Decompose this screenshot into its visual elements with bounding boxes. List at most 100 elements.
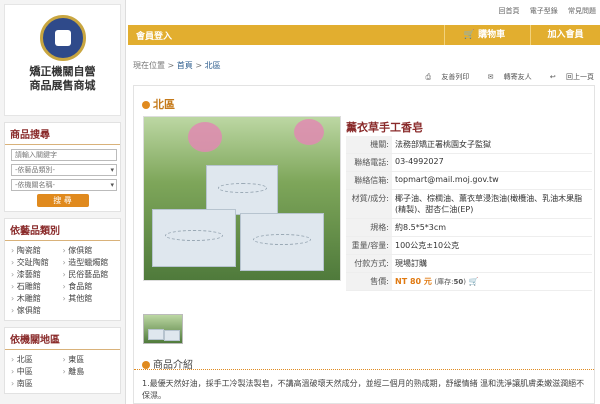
category-select-value: -依藝品類別- (15, 166, 56, 174)
agency-select-value: -依機關名稱- (15, 181, 56, 189)
category-item[interactable]: 傢俱館 (11, 305, 63, 316)
info-label: 聯絡信箱: (346, 171, 392, 190)
print-label: 友善列印 (441, 73, 470, 81)
price-cell: NT 80 元 (庫存:50) 🛒 (392, 272, 592, 291)
info-row: 聯絡信箱: topmart@mail.moj.gov.tw (346, 171, 592, 190)
flower-shape (294, 119, 324, 145)
info-value: 100公克±10公克 (392, 236, 592, 255)
forward-link[interactable]: ✉ 轉寄友人 (480, 73, 532, 81)
soap-bar (206, 165, 278, 215)
region-item[interactable]: 北區 (11, 354, 63, 365)
region-title: 北區 (142, 96, 175, 112)
back-icon: ↩ (549, 73, 558, 81)
category-panel: 依藝品類別 陶瓷館 傢俱館 交趾陶館 造型蠟燭館 漆藝館 民俗藝品館 石雕館 食… (4, 218, 121, 321)
join-button[interactable]: 加入會員 (530, 25, 600, 45)
top-link-faq[interactable]: 常見問題 (568, 7, 596, 15)
product-name: 薰衣草手工香皂 (346, 121, 423, 134)
add-to-cart-icon[interactable]: 🛒 (469, 277, 479, 286)
chevron-down-icon: ▾ (110, 181, 114, 189)
info-label: 材質/成分: (346, 189, 392, 219)
site-title-line2: 商品展售商城 (29, 79, 96, 92)
info-label: 規格: (346, 218, 392, 237)
category-item[interactable]: 陶瓷館 (11, 245, 63, 256)
info-label: 付款方式: (346, 254, 392, 273)
mail-icon: ✉ (487, 73, 496, 81)
soap-pattern (253, 234, 311, 246)
soap-bar (240, 213, 324, 271)
region-item[interactable]: 南區 (11, 378, 63, 389)
soap-bar (164, 330, 180, 341)
info-value: 法務部矯正署桃園女子監獄 (392, 136, 592, 154)
category-item[interactable]: 木雕館 (11, 293, 63, 304)
info-label: 聯絡電話: (346, 153, 392, 172)
soap-bar (148, 329, 164, 340)
emblem-icon (39, 15, 86, 61)
product-panel: 北區 薰衣草手工香皂 機關: 法務部矯正署桃園女子監獄 聯絡電話: 03-499… (133, 85, 595, 404)
breadcrumb-sep: > (195, 61, 203, 70)
info-row: 聯絡電話: 03-4992027 (346, 153, 592, 172)
cart-icon: 🛒 (463, 30, 479, 40)
forward-label: 轉寄友人 (503, 73, 532, 81)
category-item[interactable]: 造型蠟燭館 (63, 257, 115, 268)
category-item[interactable]: 民俗藝品館 (63, 269, 115, 280)
stock-value: 50 (453, 278, 464, 286)
top-link-catalog[interactable]: 電子型錄 (530, 7, 558, 15)
agency-select[interactable]: -依機關名稱- ▾ (11, 179, 117, 191)
print-link[interactable]: ⎙ 友善列印 (418, 73, 470, 81)
product-photo[interactable] (143, 116, 341, 281)
info-value: 約8.5*5*3cm (392, 218, 592, 237)
bullet-icon (142, 101, 150, 109)
info-row: 重量/容量: 100公克±10公克 (346, 236, 592, 255)
info-row: 機關: 法務部矯正署桃園女子監獄 (346, 136, 592, 154)
breadcrumb-sep: > (167, 61, 175, 70)
info-value: 椰子油、棕櫚油、薰衣草浸泡油(橄欖油、乳油木果脂(精製)、甜杏仁油(EP) (392, 189, 592, 219)
category-item[interactable]: 交趾陶館 (11, 257, 63, 268)
breadcrumb-prefix: 現在位置 (133, 61, 165, 70)
member-login-link[interactable]: 會員登入 (136, 29, 172, 42)
divider (134, 369, 594, 370)
keyword-input[interactable]: 請輸入關鍵字 (11, 149, 117, 161)
cart-button[interactable]: 🛒 購物車 (444, 25, 524, 45)
category-item[interactable]: 其他館 (63, 293, 115, 304)
info-label: 售價: (346, 272, 392, 291)
category-item[interactable]: 傢俱館 (63, 245, 115, 256)
region-panel-title: 依機關地區 (5, 328, 120, 350)
site-title-line1: 矯正機關自營 (29, 65, 96, 78)
member-bar: 會員登入 🛒 購物車 加入會員 (128, 25, 600, 45)
info-value: topmart@mail.moj.gov.tw (392, 171, 592, 190)
breadcrumb-home[interactable]: 首頁 (177, 61, 193, 70)
category-item[interactable]: 石雕館 (11, 281, 63, 292)
info-row: 售價: NT 80 元 (庫存:50) 🛒 (346, 272, 592, 291)
back-link[interactable]: ↩ 回上一頁 (542, 73, 594, 81)
site-logo[interactable]: 矯正機關自營 商品展售商城 (4, 4, 121, 116)
breadcrumb: 現在位置 > 首頁 > 北區 (133, 60, 221, 71)
region-item[interactable]: 東區 (63, 354, 115, 365)
stock-end: ) (463, 278, 466, 286)
category-item[interactable]: 食品館 (63, 281, 115, 292)
search-button[interactable]: 搜 尋 (36, 194, 89, 207)
soap-pattern (165, 230, 223, 242)
product-thumbnail[interactable] (143, 314, 183, 344)
region-item[interactable]: 離島 (63, 366, 115, 377)
printer-icon: ⎙ (425, 73, 434, 81)
category-panel-title: 依藝品類別 (5, 219, 120, 241)
stock-label: (庫存: (434, 278, 454, 286)
region-item[interactable]: 中區 (11, 366, 63, 377)
price: NT 80 元 (395, 277, 432, 286)
bullet-icon (142, 361, 150, 369)
breadcrumb-current[interactable]: 北區 (205, 61, 221, 70)
region-title-text: 北區 (153, 98, 175, 111)
back-label: 回上一頁 (566, 73, 594, 81)
category-select[interactable]: -依藝品類別- ▾ (11, 164, 117, 176)
top-link-home[interactable]: 回首頁 (499, 7, 520, 15)
info-value: 現場訂購 (392, 254, 592, 273)
region-panel: 依機關地區 北區 東區 中區 離島 南區 (4, 327, 121, 394)
info-label: 機關: (346, 136, 392, 154)
info-row: 付款方式: 現場訂購 (346, 254, 592, 273)
search-panel: 商品搜尋 請輸入關鍵字 -依藝品類別- ▾ -依機關名稱- ▾ 搜 尋 (4, 122, 121, 212)
soap-bar (152, 209, 236, 267)
category-item[interactable]: 漆藝館 (11, 269, 63, 280)
info-value: 03-4992027 (392, 153, 592, 172)
left-sidebar: 矯正機關自營 商品展售商城 商品搜尋 請輸入關鍵字 -依藝品類別- ▾ -依機關名… (0, 0, 126, 404)
info-row: 材質/成分: 椰子油、棕櫚油、薰衣草浸泡油(橄欖油、乳油木果脂(精製)、甜杏仁油… (346, 189, 592, 219)
